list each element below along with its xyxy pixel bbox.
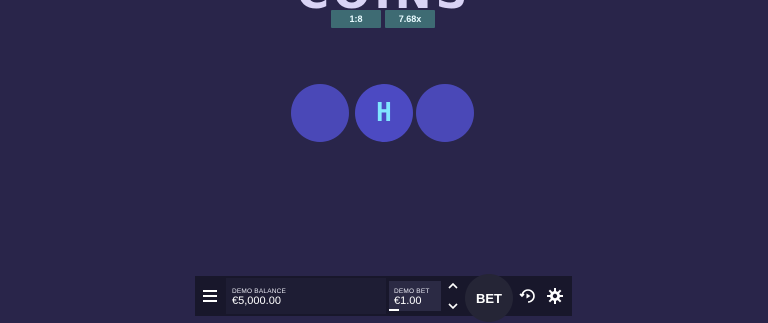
coin-face [416,84,474,142]
bet-value[interactable]: €1.00 [394,295,422,307]
chevron-down-icon[interactable] [447,302,459,310]
menu-icon-line [203,295,217,297]
coin-face [291,84,349,142]
coin-slot-3 [416,84,474,142]
game-stage: COINS 1:8 7.68x H DEMO BALANCE €5,000.00… [0,0,768,323]
bet-button[interactable]: BET [465,274,513,322]
odds-ratio-badge: 1:8 [331,10,381,28]
chevron-up-icon[interactable] [447,282,459,290]
menu-icon-line [203,300,217,302]
coin-face: H [376,98,392,128]
balance-value: €5,000.00 [232,295,281,307]
coin-slot-2: H [355,84,413,142]
game-title: COINS [0,0,768,16]
balance-label: DEMO BALANCE [232,288,287,295]
gear-icon[interactable] [545,286,565,306]
autoplay-icon[interactable] [518,286,538,306]
odds-multiplier-badge: 7.68x [385,10,435,28]
menu-icon[interactable] [200,286,220,306]
bet-stepper [444,282,462,310]
bet-field-underline [389,309,399,311]
bet-label: DEMO BET [394,288,430,295]
menu-icon-line [203,290,217,292]
coin-slot-1 [291,84,349,142]
